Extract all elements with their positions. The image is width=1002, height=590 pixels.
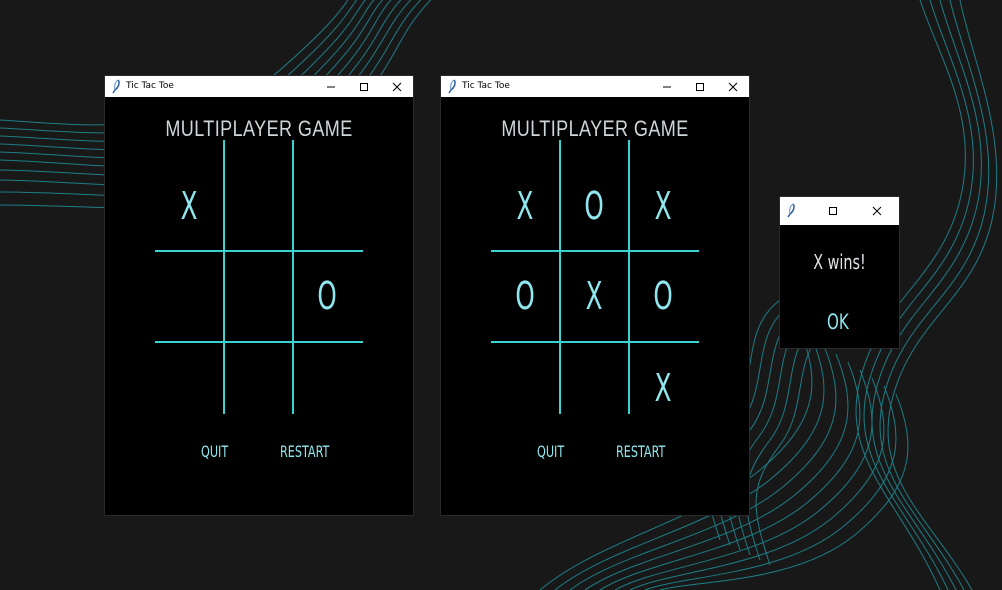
board-cell-7[interactable] [501,343,550,433]
game-window-1: Tic Tac Toe MULTIPLAYER GAME X O QUIT RE… [105,76,413,515]
board-cell-5[interactable]: X [570,251,619,341]
title-bar[interactable] [780,197,899,225]
quit-button[interactable]: QUIT [537,442,564,461]
close-button[interactable] [718,76,748,97]
game-board: X O X O X O X [491,140,699,414]
minimize-icon [663,86,671,87]
board-cell-4[interactable]: O [501,251,550,341]
restart-button[interactable]: RESTART [616,442,665,461]
maximize-button[interactable] [349,76,379,97]
maximize-icon [829,207,837,215]
board-cell-9[interactable]: X [639,343,688,433]
close-icon [872,206,882,216]
feather-icon [112,79,120,94]
board-cell-7[interactable] [165,343,214,433]
board-cell-5[interactable] [234,251,283,341]
quit-button[interactable]: QUIT [201,442,228,461]
board-cell-6[interactable]: O [639,251,688,341]
board-cell-1[interactable]: X [501,161,550,251]
board-cell-8[interactable] [570,343,619,433]
grid-line [223,140,225,414]
maximize-button[interactable] [685,76,715,97]
board-cell-4[interactable] [165,251,214,341]
close-button[interactable] [862,197,892,225]
window-title: Tic Tac Toe [126,81,174,91]
maximize-icon [360,82,368,91]
page-title: MULTIPLAYER GAME [165,116,353,141]
board-cell-3[interactable] [303,161,352,251]
restart-button[interactable]: RESTART [280,442,329,461]
board-cell-3[interactable]: X [639,161,688,251]
game-board: X O [155,140,363,414]
close-icon [728,82,738,91]
board-cell-9[interactable] [303,343,352,433]
minimize-button[interactable] [316,76,346,97]
ok-button[interactable]: OK [827,310,849,334]
board-cell-8[interactable] [234,343,283,433]
title-bar[interactable]: Tic Tac Toe [441,76,749,97]
grid-line [628,140,630,414]
feather-icon [448,79,456,94]
result-message: X wins! [813,250,866,274]
close-icon [392,82,402,91]
board-cell-1[interactable]: X [165,161,214,251]
minimize-button[interactable] [652,76,682,97]
feather-icon [787,203,795,218]
result-dialog: X wins! OK [780,197,899,348]
minimize-icon [327,86,335,87]
board-cell-2[interactable]: O [570,161,619,251]
maximize-icon [696,82,704,91]
title-bar[interactable]: Tic Tac Toe [105,76,413,97]
page-title: MULTIPLAYER GAME [501,116,689,141]
grid-line [292,140,294,414]
board-cell-2[interactable] [234,161,283,251]
board-cell-6[interactable]: O [303,251,352,341]
window-title: Tic Tac Toe [462,81,510,91]
close-button[interactable] [382,76,412,97]
maximize-button[interactable] [818,197,848,225]
game-window-2: Tic Tac Toe MULTIPLAYER GAME X O X O X O… [441,76,749,515]
grid-line [559,140,561,414]
